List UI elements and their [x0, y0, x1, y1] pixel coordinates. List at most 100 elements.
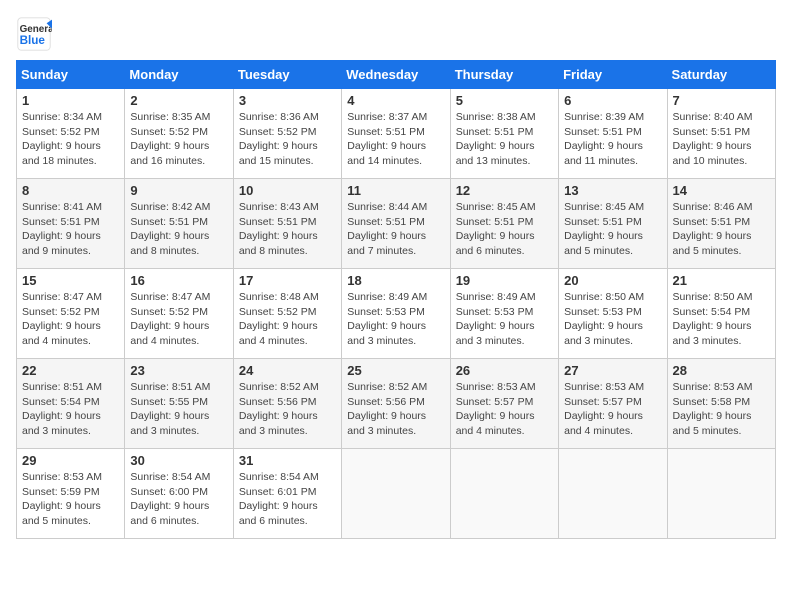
calendar-cell: 6 Sunrise: 8:39 AM Sunset: 5:51 PM Dayli…: [559, 89, 667, 179]
day-info: Sunrise: 8:52 AM Sunset: 5:56 PM Dayligh…: [239, 380, 336, 439]
day-info: Sunrise: 8:42 AM Sunset: 5:51 PM Dayligh…: [130, 200, 227, 259]
calendar-cell: 30 Sunrise: 8:54 AM Sunset: 6:00 PM Dayl…: [125, 449, 233, 539]
day-number: 20: [564, 273, 661, 288]
day-info: Sunrise: 8:53 AM Sunset: 5:58 PM Dayligh…: [673, 380, 770, 439]
day-number: 22: [22, 363, 119, 378]
day-info: Sunrise: 8:47 AM Sunset: 5:52 PM Dayligh…: [22, 290, 119, 349]
week-row-5: 29 Sunrise: 8:53 AM Sunset: 5:59 PM Dayl…: [17, 449, 776, 539]
day-info: Sunrise: 8:49 AM Sunset: 5:53 PM Dayligh…: [347, 290, 444, 349]
calendar-cell: [342, 449, 450, 539]
calendar-cell: 9 Sunrise: 8:42 AM Sunset: 5:51 PM Dayli…: [125, 179, 233, 269]
calendar-cell: 16 Sunrise: 8:47 AM Sunset: 5:52 PM Dayl…: [125, 269, 233, 359]
calendar-cell: 2 Sunrise: 8:35 AM Sunset: 5:52 PM Dayli…: [125, 89, 233, 179]
day-number: 29: [22, 453, 119, 468]
day-info: Sunrise: 8:47 AM Sunset: 5:52 PM Dayligh…: [130, 290, 227, 349]
day-number: 3: [239, 93, 336, 108]
day-number: 15: [22, 273, 119, 288]
day-number: 23: [130, 363, 227, 378]
calendar-cell: 26 Sunrise: 8:53 AM Sunset: 5:57 PM Dayl…: [450, 359, 558, 449]
day-number: 11: [347, 183, 444, 198]
day-info: Sunrise: 8:41 AM Sunset: 5:51 PM Dayligh…: [22, 200, 119, 259]
day-info: Sunrise: 8:50 AM Sunset: 5:54 PM Dayligh…: [673, 290, 770, 349]
page-header: General Blue: [16, 16, 776, 52]
day-number: 26: [456, 363, 553, 378]
day-number: 19: [456, 273, 553, 288]
day-info: Sunrise: 8:46 AM Sunset: 5:51 PM Dayligh…: [673, 200, 770, 259]
column-header-friday: Friday: [559, 61, 667, 89]
logo: General Blue: [16, 16, 56, 52]
day-info: Sunrise: 8:45 AM Sunset: 5:51 PM Dayligh…: [564, 200, 661, 259]
day-info: Sunrise: 8:53 AM Sunset: 5:57 PM Dayligh…: [564, 380, 661, 439]
calendar-cell: 18 Sunrise: 8:49 AM Sunset: 5:53 PM Dayl…: [342, 269, 450, 359]
day-number: 21: [673, 273, 770, 288]
day-number: 6: [564, 93, 661, 108]
day-number: 8: [22, 183, 119, 198]
day-number: 25: [347, 363, 444, 378]
day-number: 14: [673, 183, 770, 198]
week-row-2: 8 Sunrise: 8:41 AM Sunset: 5:51 PM Dayli…: [17, 179, 776, 269]
calendar-cell: 21 Sunrise: 8:50 AM Sunset: 5:54 PM Dayl…: [667, 269, 775, 359]
calendar-cell: 1 Sunrise: 8:34 AM Sunset: 5:52 PM Dayli…: [17, 89, 125, 179]
calendar-cell: 17 Sunrise: 8:48 AM Sunset: 5:52 PM Dayl…: [233, 269, 341, 359]
calendar-cell: [450, 449, 558, 539]
calendar-cell: 19 Sunrise: 8:49 AM Sunset: 5:53 PM Dayl…: [450, 269, 558, 359]
day-info: Sunrise: 8:48 AM Sunset: 5:52 PM Dayligh…: [239, 290, 336, 349]
day-number: 24: [239, 363, 336, 378]
day-info: Sunrise: 8:36 AM Sunset: 5:52 PM Dayligh…: [239, 110, 336, 169]
day-info: Sunrise: 8:54 AM Sunset: 6:01 PM Dayligh…: [239, 470, 336, 529]
day-number: 30: [130, 453, 227, 468]
calendar-cell: 15 Sunrise: 8:47 AM Sunset: 5:52 PM Dayl…: [17, 269, 125, 359]
column-header-thursday: Thursday: [450, 61, 558, 89]
calendar-cell: 13 Sunrise: 8:45 AM Sunset: 5:51 PM Dayl…: [559, 179, 667, 269]
calendar-cell: 7 Sunrise: 8:40 AM Sunset: 5:51 PM Dayli…: [667, 89, 775, 179]
day-info: Sunrise: 8:50 AM Sunset: 5:53 PM Dayligh…: [564, 290, 661, 349]
day-number: 2: [130, 93, 227, 108]
day-number: 12: [456, 183, 553, 198]
day-info: Sunrise: 8:45 AM Sunset: 5:51 PM Dayligh…: [456, 200, 553, 259]
week-row-3: 15 Sunrise: 8:47 AM Sunset: 5:52 PM Dayl…: [17, 269, 776, 359]
calendar-cell: 29 Sunrise: 8:53 AM Sunset: 5:59 PM Dayl…: [17, 449, 125, 539]
calendar-cell: 22 Sunrise: 8:51 AM Sunset: 5:54 PM Dayl…: [17, 359, 125, 449]
calendar-cell: 24 Sunrise: 8:52 AM Sunset: 5:56 PM Dayl…: [233, 359, 341, 449]
day-number: 28: [673, 363, 770, 378]
calendar-cell: 5 Sunrise: 8:38 AM Sunset: 5:51 PM Dayli…: [450, 89, 558, 179]
day-info: Sunrise: 8:51 AM Sunset: 5:55 PM Dayligh…: [130, 380, 227, 439]
week-row-1: 1 Sunrise: 8:34 AM Sunset: 5:52 PM Dayli…: [17, 89, 776, 179]
day-info: Sunrise: 8:53 AM Sunset: 5:57 PM Dayligh…: [456, 380, 553, 439]
logo-icon: General Blue: [16, 16, 52, 52]
calendar-header-row: SundayMondayTuesdayWednesdayThursdayFrid…: [17, 61, 776, 89]
day-number: 18: [347, 273, 444, 288]
calendar-cell: 10 Sunrise: 8:43 AM Sunset: 5:51 PM Dayl…: [233, 179, 341, 269]
day-number: 5: [456, 93, 553, 108]
calendar-cell: 3 Sunrise: 8:36 AM Sunset: 5:52 PM Dayli…: [233, 89, 341, 179]
calendar-cell: 23 Sunrise: 8:51 AM Sunset: 5:55 PM Dayl…: [125, 359, 233, 449]
day-info: Sunrise: 8:52 AM Sunset: 5:56 PM Dayligh…: [347, 380, 444, 439]
day-number: 31: [239, 453, 336, 468]
calendar-cell: 11 Sunrise: 8:44 AM Sunset: 5:51 PM Dayl…: [342, 179, 450, 269]
calendar-cell: 14 Sunrise: 8:46 AM Sunset: 5:51 PM Dayl…: [667, 179, 775, 269]
svg-text:Blue: Blue: [20, 34, 46, 47]
column-header-monday: Monday: [125, 61, 233, 89]
day-number: 10: [239, 183, 336, 198]
day-number: 7: [673, 93, 770, 108]
day-info: Sunrise: 8:38 AM Sunset: 5:51 PM Dayligh…: [456, 110, 553, 169]
day-number: 27: [564, 363, 661, 378]
calendar-cell: 25 Sunrise: 8:52 AM Sunset: 5:56 PM Dayl…: [342, 359, 450, 449]
calendar-cell: [667, 449, 775, 539]
day-info: Sunrise: 8:39 AM Sunset: 5:51 PM Dayligh…: [564, 110, 661, 169]
calendar-cell: 8 Sunrise: 8:41 AM Sunset: 5:51 PM Dayli…: [17, 179, 125, 269]
column-header-sunday: Sunday: [17, 61, 125, 89]
day-number: 13: [564, 183, 661, 198]
calendar-cell: [559, 449, 667, 539]
day-number: 17: [239, 273, 336, 288]
day-info: Sunrise: 8:44 AM Sunset: 5:51 PM Dayligh…: [347, 200, 444, 259]
day-info: Sunrise: 8:34 AM Sunset: 5:52 PM Dayligh…: [22, 110, 119, 169]
calendar-cell: 27 Sunrise: 8:53 AM Sunset: 5:57 PM Dayl…: [559, 359, 667, 449]
day-info: Sunrise: 8:37 AM Sunset: 5:51 PM Dayligh…: [347, 110, 444, 169]
column-header-saturday: Saturday: [667, 61, 775, 89]
week-row-4: 22 Sunrise: 8:51 AM Sunset: 5:54 PM Dayl…: [17, 359, 776, 449]
day-info: Sunrise: 8:43 AM Sunset: 5:51 PM Dayligh…: [239, 200, 336, 259]
day-info: Sunrise: 8:49 AM Sunset: 5:53 PM Dayligh…: [456, 290, 553, 349]
calendar-cell: 28 Sunrise: 8:53 AM Sunset: 5:58 PM Dayl…: [667, 359, 775, 449]
calendar-cell: 12 Sunrise: 8:45 AM Sunset: 5:51 PM Dayl…: [450, 179, 558, 269]
